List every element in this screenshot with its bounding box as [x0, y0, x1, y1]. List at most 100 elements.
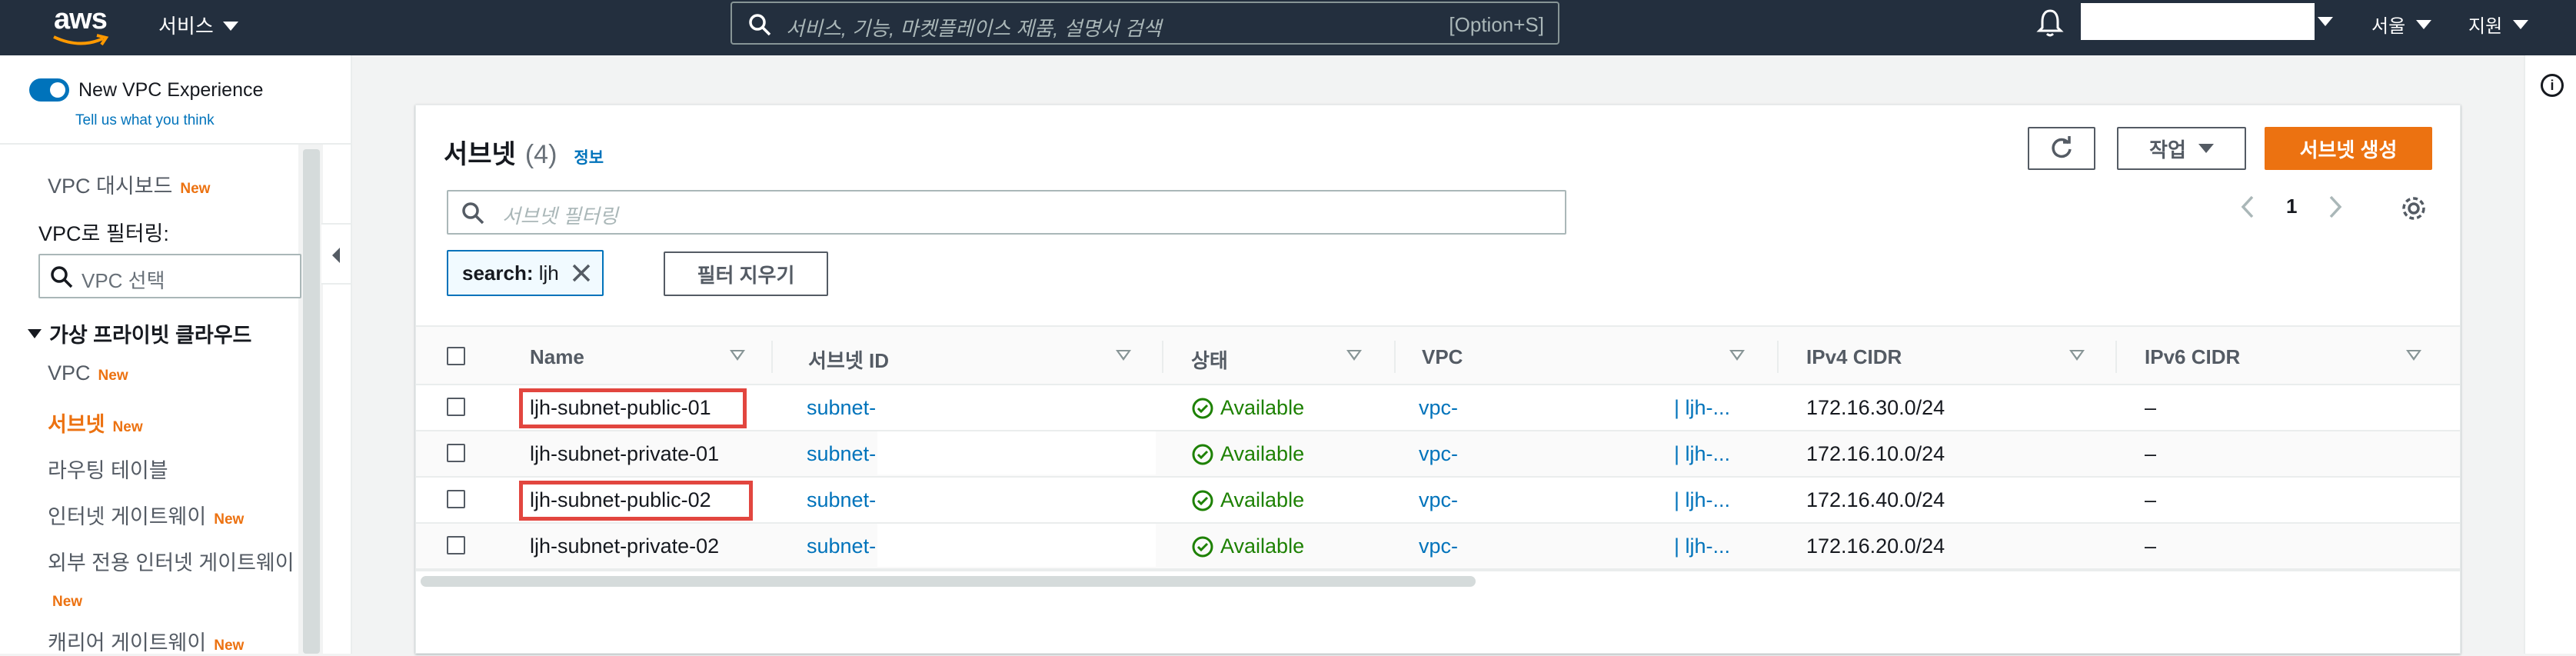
- sidebar: New VPC Experience Tell us what you thin…: [0, 55, 352, 654]
- table-row[interactable]: ljh-subnet-private-02 subnet- Available …: [416, 524, 2460, 570]
- create-subnet-button[interactable]: 서브넷 생성: [2265, 127, 2432, 170]
- top-navigation: aws 서비스 서비스, 기능, 마켓플레이스 제품, 설명서 검색 [Opti…: [0, 0, 2576, 55]
- highlight-annotation: [519, 481, 753, 521]
- sidebar-item-carrier-gateways[interactable]: 캐리어 게이트웨이 New: [48, 626, 244, 656]
- sort-icon[interactable]: [2406, 350, 2421, 361]
- subnet-id-link[interactable]: subnet-: [807, 534, 876, 558]
- horizontal-scrollbar[interactable]: [421, 576, 1476, 587]
- aws-logo[interactable]: aws: [48, 3, 117, 51]
- filter-token: search: ljh: [447, 250, 604, 296]
- search-icon: [462, 202, 484, 225]
- chevron-down-icon: [2416, 19, 2432, 29]
- select-all-checkbox[interactable]: [447, 347, 465, 365]
- clear-filters-button[interactable]: 필터 지우기: [664, 251, 828, 296]
- token-value: ljh: [538, 261, 559, 285]
- vpc-name[interactable]: | ljh-...: [1674, 488, 1730, 512]
- aws-smile-icon: [53, 34, 109, 46]
- section-virtual-private-cloud[interactable]: 가상 프라이빗 클라우드: [28, 318, 251, 348]
- row-checkbox[interactable]: [447, 444, 465, 462]
- vpc-name[interactable]: | ljh-...: [1674, 534, 1730, 558]
- sidebar-item-subnets[interactable]: 서브넷 New: [48, 408, 143, 438]
- bell-icon[interactable]: [2036, 8, 2064, 38]
- vpc-name[interactable]: | ljh-...: [1674, 396, 1730, 420]
- column-divider: [1777, 341, 1779, 373]
- column-divider: [1394, 341, 1396, 373]
- column-header-ipv4-cidr[interactable]: IPv4 CIDR: [1806, 345, 1902, 369]
- ipv6-cidr: –: [2145, 534, 2157, 558]
- column-header-vpc[interactable]: VPC: [1422, 345, 1463, 369]
- search-icon: [749, 14, 771, 36]
- info-icon[interactable]: i: [2541, 74, 2564, 97]
- subnet-filter-input[interactable]: 서브넷 필터링: [447, 190, 1566, 235]
- sidebar-item-internet-gateways[interactable]: 인터넷 게이트웨이 New: [48, 500, 244, 530]
- sort-icon[interactable]: [1346, 350, 1362, 361]
- refresh-icon: [2052, 136, 2072, 158]
- support-menu[interactable]: 지원: [2468, 11, 2529, 38]
- sort-icon[interactable]: [1729, 350, 1745, 361]
- services-menu[interactable]: 서비스: [158, 11, 238, 42]
- search-icon: [51, 266, 73, 288]
- row-checkbox[interactable]: [447, 536, 465, 554]
- column-divider: [1162, 341, 1163, 373]
- chevron-down-icon[interactable]: [2318, 17, 2333, 26]
- feedback-link[interactable]: Tell us what you think: [75, 112, 215, 129]
- sidebar-item-vpc-dashboard[interactable]: VPC 대시보드 New: [48, 169, 210, 199]
- sort-icon[interactable]: [2069, 350, 2085, 361]
- status-text: Available: [1220, 396, 1305, 419]
- subnet-id-link[interactable]: subnet-: [807, 488, 876, 512]
- column-header-ipv6-cidr[interactable]: IPv6 CIDR: [2145, 345, 2240, 369]
- gear-icon[interactable]: [2400, 195, 2428, 222]
- vpc-link[interactable]: vpc-: [1419, 442, 1458, 466]
- subnet-id-link[interactable]: subnet-: [807, 396, 876, 420]
- refresh-button[interactable]: [2028, 127, 2095, 170]
- global-search[interactable]: 서비스, 기능, 마켓플레이스 제품, 설명서 검색 [Option+S]: [731, 2, 1559, 45]
- new-vpc-experience-toggle[interactable]: [29, 78, 69, 102]
- row-checkbox[interactable]: [447, 490, 465, 508]
- chevron-right-icon[interactable]: [2328, 195, 2343, 218]
- caret-down-icon: [28, 328, 42, 338]
- sidebar-item-vpc[interactable]: VPC New: [48, 361, 128, 385]
- toggle-label: New VPC Experience: [78, 78, 264, 101]
- column-header-subnet-id[interactable]: 서브넷 ID: [808, 345, 889, 374]
- ipv6-cidr: –: [2145, 442, 2157, 465]
- info-link[interactable]: 정보: [574, 145, 604, 168]
- filter-by-vpc-label: VPC로 필터링:: [38, 222, 169, 245]
- table-row[interactable]: ljh-subnet-private-01 subnet- Available …: [416, 431, 2460, 478]
- vpc-link[interactable]: vpc-: [1419, 488, 1458, 512]
- chevron-left-icon[interactable]: [2240, 195, 2255, 218]
- row-checkbox[interactable]: [447, 398, 465, 416]
- actions-button[interactable]: 작업: [2117, 127, 2246, 170]
- check-circle-icon: [1192, 444, 1213, 465]
- vpc-name[interactable]: | ljh-...: [1674, 442, 1730, 466]
- section-title: 가상 프라이빗 클라우드: [49, 324, 252, 347]
- status-badge: Available: [1191, 488, 1304, 512]
- sidebar-item-label: 캐리어 게이트웨이: [48, 631, 207, 654]
- sort-icon[interactable]: [1116, 350, 1131, 361]
- page-title: 서브넷: [444, 140, 516, 169]
- sidebar-item-route-tables[interactable]: 라우팅 테이블: [48, 454, 168, 484]
- vpc-link[interactable]: vpc-: [1419, 534, 1458, 558]
- sidebar-item-egress-new-badge: New: [52, 588, 82, 611]
- close-icon[interactable]: [571, 263, 591, 283]
- status-badge: Available: [1191, 396, 1304, 420]
- ipv6-cidr: –: [2145, 396, 2157, 419]
- page-number[interactable]: 1: [2286, 195, 2297, 218]
- vpc-select-input[interactable]: VPC 선택: [38, 254, 301, 298]
- account-menu[interactable]: [2081, 3, 2315, 40]
- sidebar-scrollbar[interactable]: [303, 149, 320, 654]
- sort-icon[interactable]: [730, 350, 745, 361]
- region-selector[interactable]: 서울: [2371, 11, 2432, 38]
- subnet-id-link[interactable]: subnet-: [807, 442, 876, 466]
- sidebar-item-label: VPC 대시보드: [48, 175, 173, 198]
- vpc-link[interactable]: vpc-: [1419, 396, 1458, 420]
- redacted-region: [877, 524, 1156, 567]
- column-header-name[interactable]: Name: [530, 345, 584, 369]
- aws-logo-text: aws: [54, 3, 108, 35]
- new-badge: New: [112, 419, 143, 435]
- table-bottom-border: [416, 570, 2460, 571]
- sidebar-item-egress-only-igw[interactable]: 외부 전용 인터넷 게이트웨이: [48, 546, 295, 576]
- ipv6-cidr: –: [2145, 488, 2157, 511]
- sidebar-collapse-button[interactable]: [321, 223, 352, 285]
- column-divider: [2115, 341, 2117, 373]
- column-header-status[interactable]: 상태: [1191, 345, 1228, 374]
